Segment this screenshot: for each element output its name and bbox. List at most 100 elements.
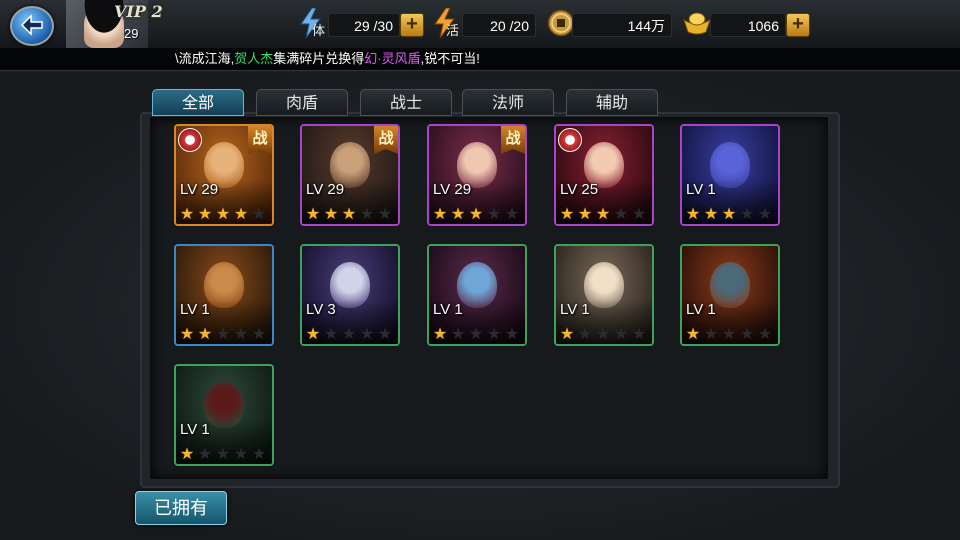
star-icon: ★ — [757, 326, 773, 343]
hero-card[interactable]: 战 LV 29 ★ ★ ★ ★ ★ — [300, 124, 400, 226]
ticker-player-name: 贺人杰 — [234, 51, 274, 66]
star-icon: ★ — [197, 206, 213, 223]
hero-badge-icon — [178, 128, 202, 152]
star-icon: ★ — [251, 446, 267, 463]
star-icon: ★ — [721, 326, 737, 343]
star-icon: ★ — [703, 326, 719, 343]
star-icon: ★ — [739, 326, 755, 343]
star-icon: ★ — [432, 206, 448, 223]
tab-mage[interactable]: 法师 — [462, 89, 554, 116]
star-icon: ★ — [613, 326, 629, 343]
star-icon: ★ — [559, 326, 575, 343]
tab-warrior[interactable]: 战士 — [360, 89, 452, 116]
hero-stars: ★ ★ ★ ★ ★ — [179, 206, 269, 223]
hero-level: LV 25 — [560, 181, 599, 198]
star-icon: ★ — [359, 326, 375, 343]
star-icon: ★ — [323, 206, 339, 223]
hero-level: LV 1 — [180, 301, 210, 318]
star-icon: ★ — [233, 326, 249, 343]
player-level: 29 — [124, 26, 139, 41]
tab-tank[interactable]: 肉盾 — [256, 89, 348, 116]
star-icon: ★ — [215, 206, 231, 223]
star-icon: ★ — [197, 326, 213, 343]
star-icon: ★ — [359, 206, 375, 223]
hero-card[interactable]: LV 1 ★ ★ ★ ★ ★ — [680, 244, 780, 346]
star-icon: ★ — [323, 326, 339, 343]
hero-card[interactable]: LV 1 ★ ★ ★ ★ ★ — [174, 364, 274, 466]
star-icon: ★ — [486, 206, 502, 223]
star-icon: ★ — [595, 326, 611, 343]
star-icon: ★ — [179, 206, 195, 223]
hero-stars: ★ ★ ★ ★ ★ — [559, 206, 649, 223]
star-icon: ★ — [577, 326, 593, 343]
star-icon: ★ — [703, 206, 719, 223]
hero-card[interactable]: LV 1 ★ ★ ★ ★ ★ — [427, 244, 527, 346]
star-icon: ★ — [504, 326, 520, 343]
star-icon: ★ — [179, 446, 195, 463]
star-icon: ★ — [631, 206, 647, 223]
ticker-middle: 集满碎片兑换得 — [273, 51, 365, 66]
gold-value: 1066 — [710, 13, 786, 37]
star-icon: ★ — [215, 326, 231, 343]
hero-stars: ★ ★ ★ ★ ★ — [305, 206, 395, 223]
back-button[interactable] — [10, 6, 54, 46]
ticker-prefix: \流成江海, — [175, 51, 235, 66]
plus-icon: + — [792, 13, 804, 35]
hero-stars: ★ ★ ★ ★ ★ — [685, 206, 775, 223]
hero-level: LV 29 — [306, 181, 345, 198]
hero-level: LV 1 — [560, 301, 590, 318]
star-icon: ★ — [721, 206, 737, 223]
hero-level: LV 29 — [180, 181, 219, 198]
announcement-ticker: \流成江海,贺人杰集满碎片兑换得幻·灵风盾,锐不可当! — [0, 48, 960, 71]
hero-level: LV 1 — [180, 421, 210, 438]
hero-card[interactable]: LV 1 ★ ★ ★ ★ ★ — [174, 244, 274, 346]
plus-icon: + — [406, 13, 418, 35]
ticker-item-name: 幻·灵风盾 — [364, 51, 421, 66]
stamina-plus-button[interactable]: + — [400, 13, 424, 37]
tab-all[interactable]: 全部 — [152, 89, 244, 116]
coin-icon — [547, 9, 575, 37]
hero-stars: ★ ★ ★ ★ ★ — [305, 326, 395, 343]
star-icon: ★ — [341, 326, 357, 343]
star-icon: ★ — [341, 206, 357, 223]
stamina-value: 29 /30 — [328, 13, 400, 37]
star-icon: ★ — [197, 446, 213, 463]
star-icon: ★ — [251, 206, 267, 223]
hero-card[interactable]: LV 1 ★ ★ ★ ★ ★ — [680, 124, 780, 226]
hero-card[interactable]: 战 LV 29 ★ ★ ★ ★ ★ — [174, 124, 274, 226]
owned-button[interactable]: 已拥有 — [135, 491, 227, 525]
star-icon: ★ — [251, 326, 267, 343]
hero-level: LV 3 — [306, 301, 336, 318]
star-icon: ★ — [486, 326, 502, 343]
energy-value: 20 /20 — [462, 13, 536, 37]
star-icon: ★ — [233, 206, 249, 223]
star-icon: ★ — [305, 206, 321, 223]
hero-stars: ★ ★ ★ ★ ★ — [432, 326, 522, 343]
star-icon: ★ — [631, 326, 647, 343]
tab-support[interactable]: 辅助 — [566, 89, 658, 116]
hero-level: LV 1 — [433, 301, 463, 318]
star-icon: ★ — [559, 206, 575, 223]
star-icon: ★ — [450, 206, 466, 223]
stamina-label: 体 — [312, 23, 326, 38]
back-arrow-icon — [20, 14, 43, 36]
top-bar: VIP 2 29 体 29 /30 + 活 20 /20 144万 1066 + — [0, 0, 960, 49]
energy-label: 活 — [446, 23, 460, 38]
star-icon: ★ — [450, 326, 466, 343]
star-icon: ★ — [305, 326, 321, 343]
star-icon: ★ — [179, 326, 195, 343]
star-icon: ★ — [613, 206, 629, 223]
hero-stars: ★ ★ ★ ★ ★ — [179, 326, 269, 343]
gold-ingot-icon — [683, 12, 711, 35]
hero-card[interactable]: 战 LV 29 ★ ★ ★ ★ ★ — [427, 124, 527, 226]
gold-plus-button[interactable]: + — [786, 13, 810, 37]
star-icon: ★ — [233, 446, 249, 463]
star-icon: ★ — [377, 206, 393, 223]
hero-card[interactable]: LV 3 ★ ★ ★ ★ ★ — [300, 244, 400, 346]
star-icon: ★ — [685, 326, 701, 343]
hero-card[interactable]: LV 25 ★ ★ ★ ★ ★ — [554, 124, 654, 226]
vip-label: VIP 2 — [114, 2, 163, 21]
hero-level: LV 1 — [686, 301, 716, 318]
hero-stars: ★ ★ ★ ★ ★ — [559, 326, 649, 343]
hero-card[interactable]: LV 1 ★ ★ ★ ★ ★ — [554, 244, 654, 346]
